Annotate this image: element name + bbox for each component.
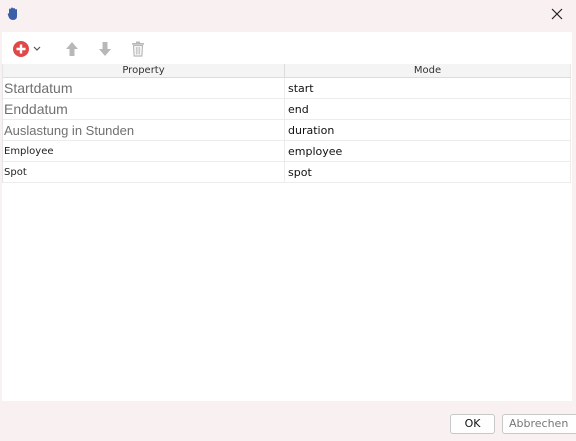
close-icon — [551, 8, 563, 20]
toolbar — [2, 32, 572, 64]
property-mode-table: Property Mode Startdatum start Enddatum … — [2, 64, 571, 183]
mode-cell[interactable]: start — [285, 78, 571, 98]
property-cell[interactable]: Auslastung in Stunden — [3, 120, 285, 140]
delete-button[interactable] — [131, 39, 147, 59]
dialog-content: Property Mode Startdatum start Enddatum … — [2, 32, 572, 401]
property-cell[interactable]: Employee — [3, 141, 285, 161]
trash-icon — [132, 41, 144, 57]
table-row[interactable]: Employee employee — [3, 141, 571, 162]
table-row[interactable]: Enddatum end — [3, 99, 571, 120]
table-header: Property Mode — [3, 64, 571, 78]
table-row[interactable]: Startdatum start — [3, 78, 571, 99]
table-row[interactable]: Auslastung in Stunden duration — [3, 120, 571, 141]
arrow-up-icon — [66, 42, 78, 56]
add-circle-icon — [13, 41, 29, 57]
hand-icon — [7, 6, 19, 20]
close-button[interactable] — [546, 3, 568, 25]
cancel-button[interactable]: Abbrechen — [502, 414, 576, 434]
table-row[interactable]: Spot spot — [3, 162, 571, 183]
mode-cell[interactable]: employee — [285, 141, 571, 161]
arrow-down-icon — [99, 42, 111, 56]
property-cell[interactable]: Spot — [3, 162, 285, 182]
column-header-mode[interactable]: Mode — [285, 64, 571, 77]
mode-cell[interactable]: duration — [285, 120, 571, 140]
add-button[interactable] — [12, 39, 48, 59]
property-cell[interactable]: Startdatum — [3, 78, 285, 98]
move-down-button[interactable] — [98, 39, 114, 59]
chevron-down-icon — [33, 46, 41, 51]
mode-cell[interactable]: end — [285, 99, 571, 119]
ok-button[interactable]: OK — [450, 414, 495, 434]
column-header-property[interactable]: Property — [3, 64, 285, 77]
mode-cell[interactable]: spot — [285, 162, 571, 182]
move-up-button[interactable] — [65, 39, 81, 59]
title-bar — [0, 0, 576, 28]
property-cell[interactable]: Enddatum — [3, 99, 285, 119]
